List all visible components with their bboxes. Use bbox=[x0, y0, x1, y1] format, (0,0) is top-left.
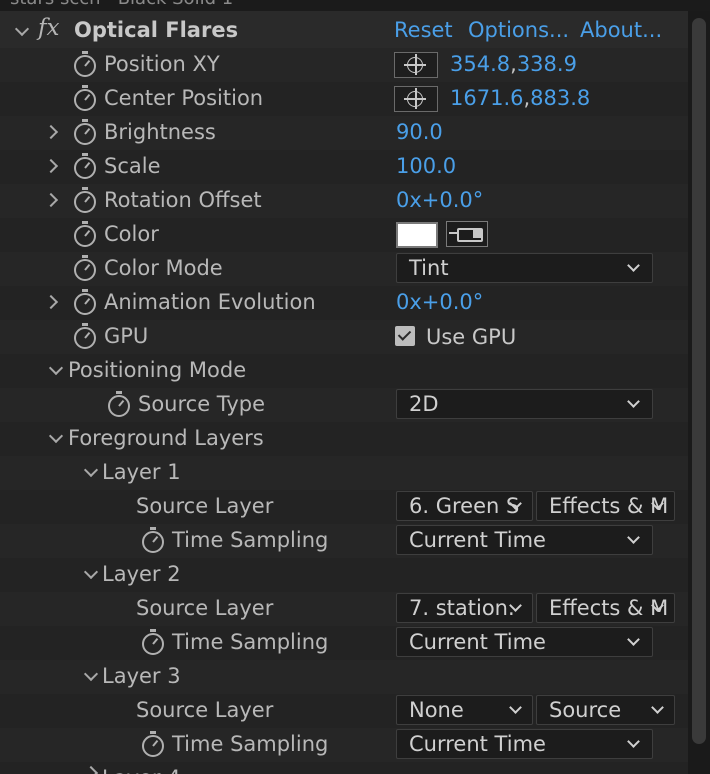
stopwatch-icon[interactable] bbox=[142, 629, 164, 655]
center-position-label: Center Position bbox=[104, 86, 264, 110]
source-layer-dropdown[interactable]: 6. Green S bbox=[396, 491, 533, 521]
animation-evolution-value[interactable]: 0x+0.0° bbox=[396, 290, 483, 314]
brightness-value[interactable]: 90.0 bbox=[396, 120, 443, 144]
layer-group-row: Layer 4 bbox=[0, 762, 688, 774]
chevron-down-icon bbox=[627, 633, 640, 646]
layer-label: Layer 4 bbox=[102, 766, 181, 774]
stopwatch-icon[interactable] bbox=[74, 119, 96, 145]
rotation-offset-value[interactable]: 0x+0.0° bbox=[396, 188, 483, 212]
dropdown-value: None bbox=[409, 698, 464, 722]
rotation-offset-label: Rotation Offset bbox=[104, 188, 262, 212]
eyedropper-icon[interactable] bbox=[446, 221, 488, 247]
color-mode-label: Color Mode bbox=[104, 256, 223, 280]
expand-chevron-icon[interactable] bbox=[83, 765, 99, 774]
positioning-mode-label: Positioning Mode bbox=[68, 358, 247, 382]
source-mode-dropdown[interactable]: Source bbox=[536, 695, 675, 725]
source-mode-dropdown[interactable]: Effects & M bbox=[536, 593, 675, 623]
color-swatch[interactable] bbox=[396, 222, 438, 248]
gpu-label: GPU bbox=[104, 324, 149, 348]
window-title-bar: stars sccn · Black Solid 1 bbox=[0, 0, 710, 11]
source-layer-label: Source Layer bbox=[136, 698, 274, 722]
stopwatch-icon[interactable] bbox=[108, 391, 130, 417]
chevron-down-icon bbox=[627, 531, 640, 544]
use-gpu-checkbox[interactable] bbox=[395, 326, 415, 346]
effect-title: Optical Flares bbox=[74, 18, 239, 42]
source-layer-label: Source Layer bbox=[136, 596, 274, 620]
position-xy-value[interactable]: 354.8,338.9 bbox=[450, 52, 577, 76]
window-title: stars sccn · Black Solid 1 bbox=[10, 0, 233, 9]
source-type-dropdown[interactable]: 2D bbox=[396, 389, 653, 419]
stopwatch-icon[interactable] bbox=[142, 527, 164, 553]
color-mode-dropdown[interactable]: Tint bbox=[396, 253, 653, 283]
center-position-value[interactable]: 1671.6,883.8 bbox=[450, 86, 590, 110]
scrollbar-thumb[interactable] bbox=[692, 18, 706, 744]
brightness-label: Brightness bbox=[104, 120, 216, 144]
about-link[interactable]: About... bbox=[580, 18, 662, 42]
source-mode-dropdown[interactable]: Effects & M bbox=[536, 491, 675, 521]
fx-icon[interactable]: fx bbox=[38, 15, 59, 41]
chevron-down-icon bbox=[651, 701, 664, 714]
stopwatch-icon[interactable] bbox=[74, 221, 96, 247]
scale-value[interactable]: 100.0 bbox=[396, 154, 456, 178]
stopwatch-icon[interactable] bbox=[74, 323, 96, 349]
dropdown-value: 2D bbox=[409, 392, 439, 416]
reset-link[interactable]: Reset bbox=[394, 18, 453, 42]
dropdown-value: Effects & M bbox=[549, 494, 669, 518]
dropdown-value: Source bbox=[549, 698, 622, 722]
layer-label: Layer 2 bbox=[102, 562, 181, 586]
chevron-down-icon bbox=[627, 735, 640, 748]
layer-label: Layer 1 bbox=[102, 460, 181, 484]
options-link[interactable]: Options... bbox=[468, 18, 569, 42]
dropdown-value: Tint bbox=[409, 256, 449, 280]
foreground-layers-label: Foreground Layers bbox=[68, 426, 264, 450]
stopwatch-icon[interactable] bbox=[74, 255, 96, 281]
source-layer-dropdown[interactable]: None bbox=[396, 695, 533, 725]
dropdown-value: Current Time bbox=[409, 528, 546, 552]
dropdown-value: Current Time bbox=[409, 630, 546, 654]
position-xy-label: Position XY bbox=[104, 52, 220, 76]
chevron-down-icon bbox=[509, 701, 522, 714]
center-position-target-icon[interactable] bbox=[394, 86, 438, 112]
time-sampling-label: Time Sampling bbox=[172, 630, 329, 654]
time-sampling-dropdown[interactable]: Current Time bbox=[396, 525, 653, 555]
time-sampling-label: Time Sampling bbox=[172, 732, 329, 756]
use-gpu-label: Use GPU bbox=[426, 325, 517, 349]
source-type-label: Source Type bbox=[138, 392, 266, 416]
time-sampling-dropdown[interactable]: Current Time bbox=[396, 729, 653, 759]
time-sampling-dropdown[interactable]: Current Time bbox=[396, 627, 653, 657]
stopwatch-icon[interactable] bbox=[142, 731, 164, 757]
stopwatch-icon[interactable] bbox=[74, 85, 96, 111]
dropdown-value: 7. station. bbox=[409, 596, 515, 620]
stopwatch-icon[interactable] bbox=[74, 187, 96, 213]
time-sampling-label: Time Sampling bbox=[172, 528, 329, 552]
dropdown-value: Current Time bbox=[409, 732, 546, 756]
color-label: Color bbox=[104, 222, 159, 246]
layer-label: Layer 3 bbox=[102, 664, 181, 688]
source-layer-label: Source Layer bbox=[136, 494, 274, 518]
chevron-down-icon bbox=[627, 395, 640, 408]
stopwatch-icon[interactable] bbox=[74, 51, 96, 77]
stopwatch-icon[interactable] bbox=[74, 153, 96, 179]
stopwatch-icon[interactable] bbox=[74, 289, 96, 315]
position-xy-target-icon[interactable] bbox=[394, 52, 438, 78]
dropdown-value: Effects & M bbox=[549, 596, 669, 620]
animation-evolution-label: Animation Evolution bbox=[104, 290, 316, 314]
source-layer-dropdown[interactable]: 7. station. bbox=[396, 593, 533, 623]
scale-label: Scale bbox=[104, 154, 161, 178]
chevron-down-icon bbox=[627, 259, 640, 272]
dropdown-value: 6. Green S bbox=[409, 494, 520, 518]
